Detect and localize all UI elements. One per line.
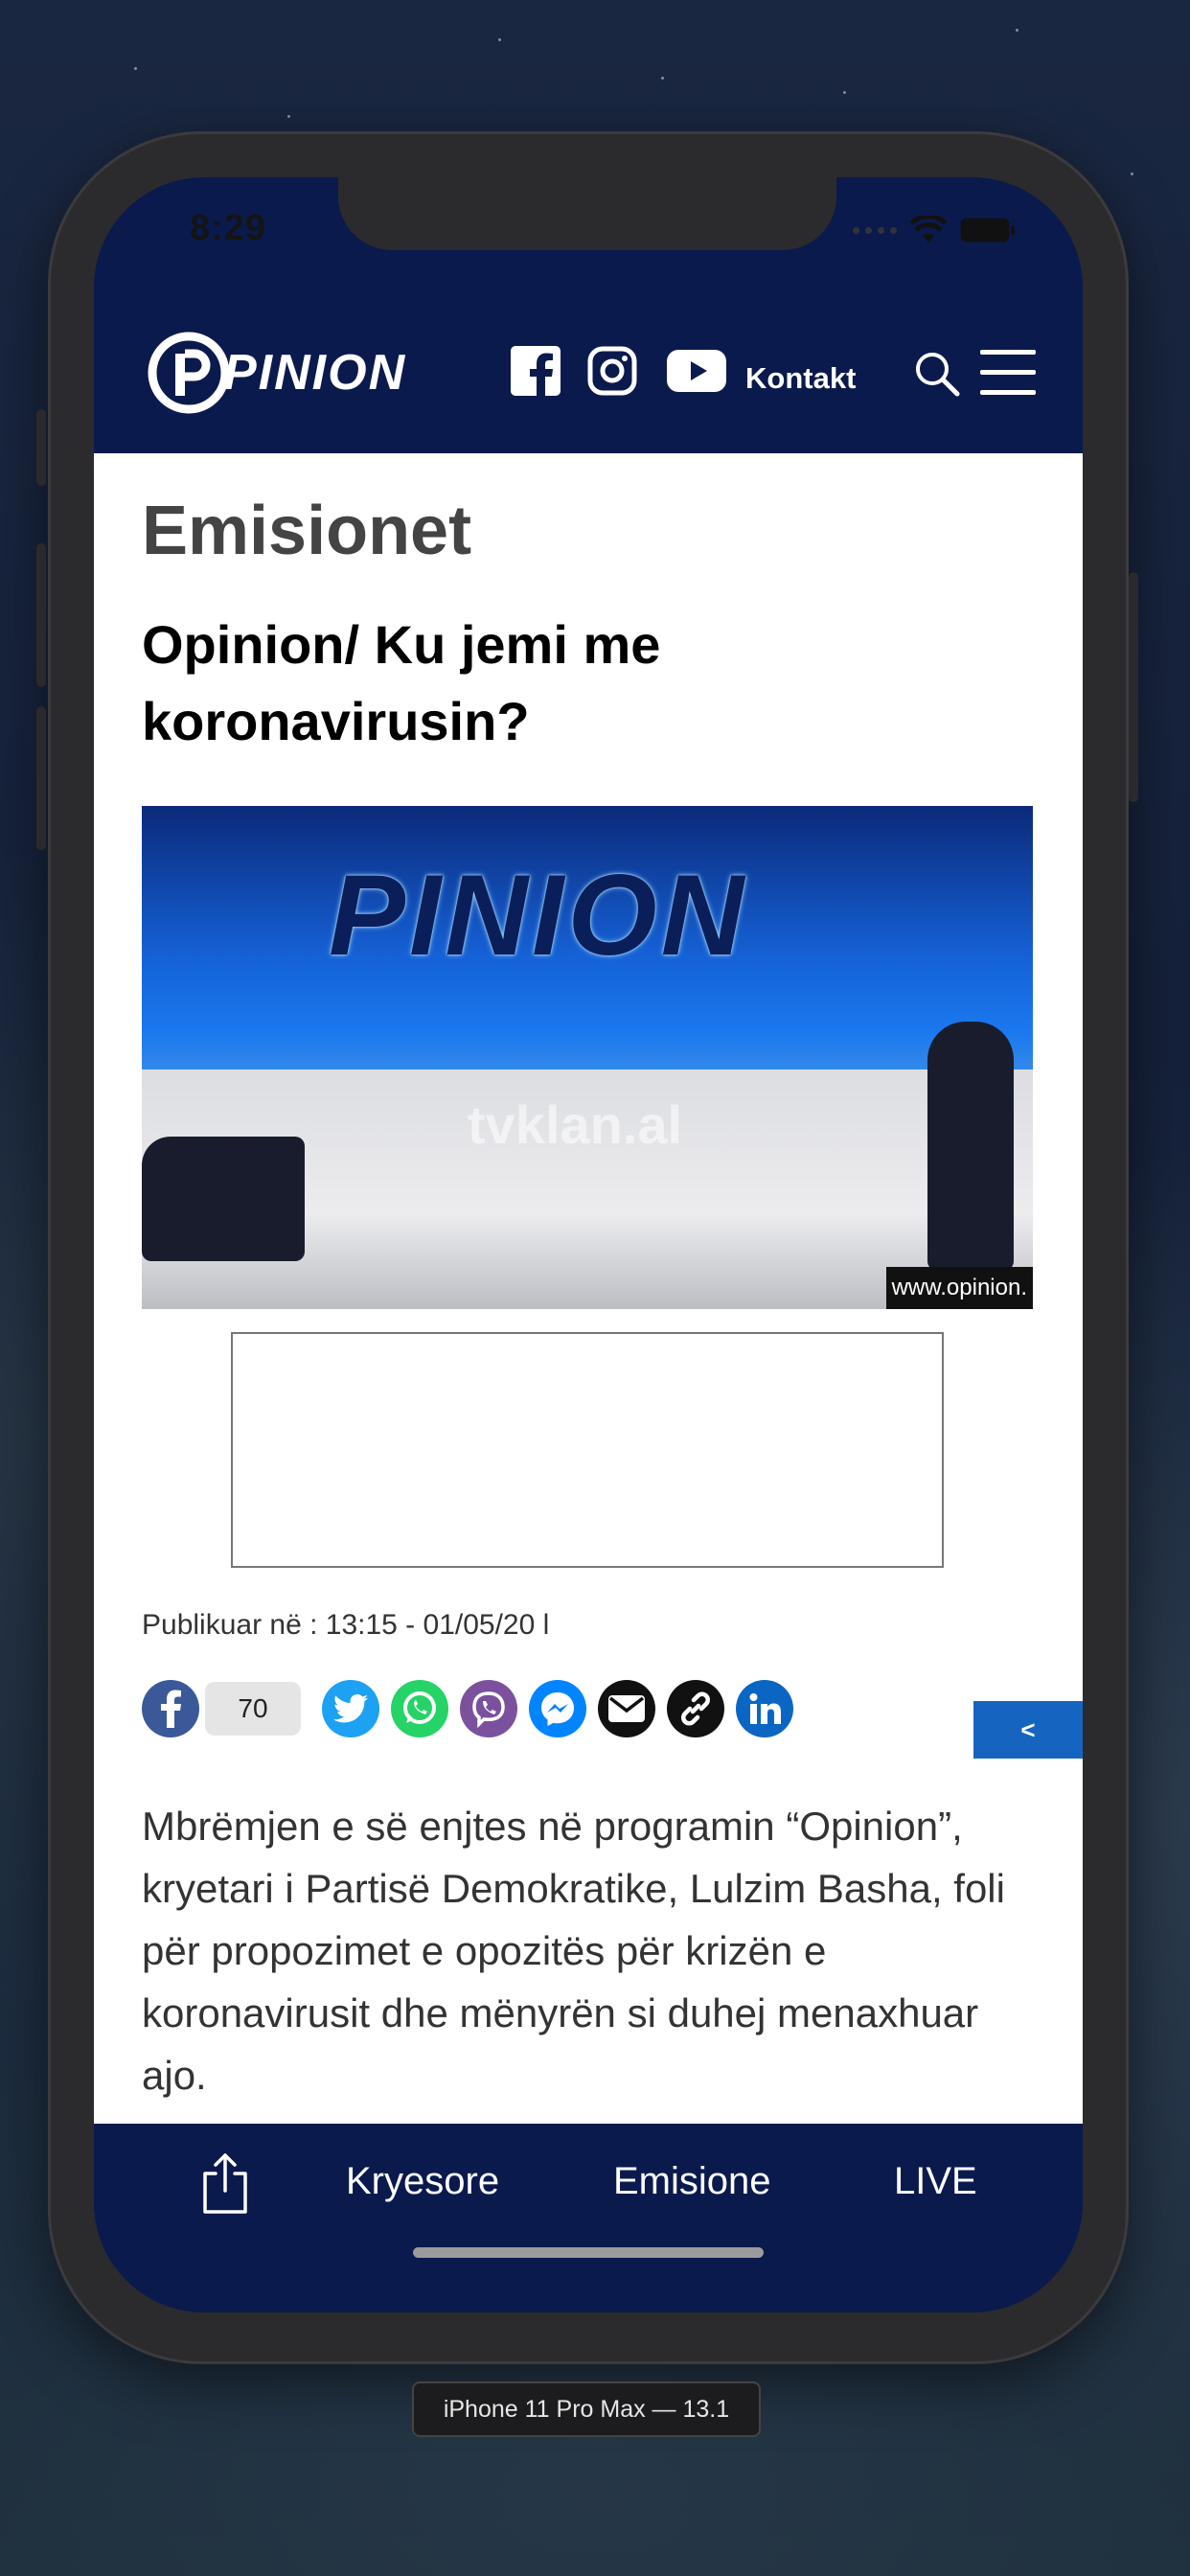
linkedin-icon [749,1693,781,1724]
linkedin-share-button[interactable] [736,1680,793,1737]
hamburger-line [980,370,1036,375]
search-icon [916,353,960,397]
share-bar: 70 [142,1680,805,1737]
tv-watermark: tvklan.al [468,1094,683,1155]
facebook-share-count: 70 [205,1682,301,1736]
whatsapp-share-button[interactable] [391,1680,448,1737]
messenger-share-button[interactable] [529,1680,586,1737]
nav-emisione[interactable]: Emisione [613,2160,771,2203]
share-button[interactable] [199,2152,251,2220]
status-time: 8:29 [190,208,267,248]
viber-icon [472,1691,505,1728]
hero-video-thumbnail[interactable]: PINION tvklan.al www.opinion. [142,806,1033,1309]
bottom-nav: Kryesore Emisione LIVE [94,2124,1083,2312]
nav-kryesore[interactable]: Kryesore [346,2160,499,2203]
kontakt-link[interactable]: Kontakt [745,361,856,396]
twitter-share-button[interactable] [322,1680,379,1737]
logo-text: PINION [223,345,407,401]
hero-url: www.opinion. [885,1267,1033,1309]
menu-button[interactable] [980,350,1036,410]
logo-o-icon [148,332,230,414]
hamburger-line [980,390,1036,395]
youtube-link[interactable] [667,350,726,392]
battery-icon [960,218,1015,242]
home-indicator[interactable] [413,2247,764,2258]
search-button[interactable] [913,350,961,402]
article-title: Opinion/ Ku jemi me koronavirusin? [142,614,661,751]
section-title[interactable]: Emisionet [142,492,471,570]
guest-figure [142,1137,305,1261]
facebook-icon [161,1690,181,1728]
facebook-link[interactable] [511,346,561,396]
wifi-icon [910,216,947,242]
copy-link-button[interactable] [667,1680,724,1737]
site-logo[interactable]: PINION [147,331,406,415]
facebook-icon [511,346,561,396]
link-icon [681,1691,710,1726]
status-icons [853,216,1016,244]
site-header: PINION Kontakt [94,273,1083,453]
whatsapp-icon [403,1691,436,1724]
instagram-link[interactable] [587,346,637,396]
phone-screen: 8:29 PINION Kontakt Emisionet Opinion/ K… [94,177,1083,2312]
host-figure [927,1022,1014,1271]
notch [338,177,836,250]
twitter-icon [333,1694,368,1723]
article-content: Emisionet Opinion/ Ku jemi me koronaviru… [94,453,1083,2124]
share-toggle-tab[interactable]: < [973,1701,1083,1759]
facebook-share-button[interactable] [142,1680,199,1737]
email-share-button[interactable] [598,1680,655,1737]
viber-share-button[interactable] [460,1680,517,1737]
nav-live[interactable]: LIVE [894,2160,977,2203]
hero-logo: PINION [329,851,748,979]
instagram-icon [587,346,637,396]
share-icon [203,2153,247,2214]
messenger-icon [541,1692,574,1726]
youtube-icon [667,350,726,392]
hamburger-line [980,350,1036,355]
email-icon [608,1695,645,1722]
ad-placeholder [231,1332,944,1568]
simulator-device-label: iPhone 11 Pro Max — 13.1 [412,2381,761,2437]
signal-icon [853,226,897,234]
article-body: Mbrëmjen e së enjtes në programin “Opini… [142,1804,1005,2098]
published-date: Publikuar në : 13:15 - 01/05/20 l [142,1609,550,1641]
